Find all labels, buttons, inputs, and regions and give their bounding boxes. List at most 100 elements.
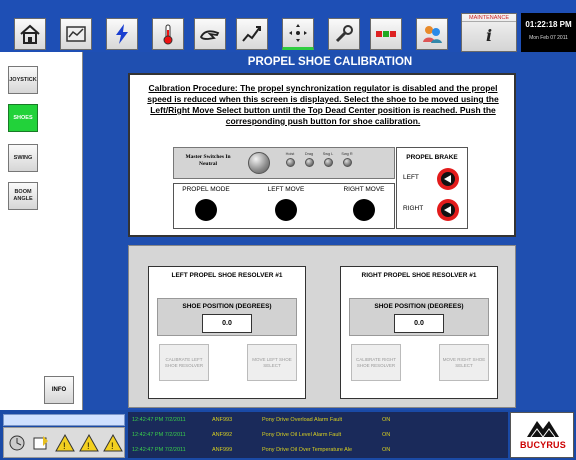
move-right-select-button[interactable]: MOVE RIGHT SHOE SELECT [439, 344, 489, 381]
signal-lights-icon[interactable] [370, 18, 402, 50]
clock-icon[interactable] [7, 433, 27, 453]
swing-right-lamp: Swg R [339, 152, 355, 167]
info-button[interactable]: INFO [44, 376, 74, 404]
sidebar-item-shoes[interactable]: SHOES [8, 104, 38, 132]
mode-panel: PROPEL MODE LEFT MOVE RIGHT MOVE [173, 183, 395, 229]
swing-right-lamp-label: Swg R [341, 152, 353, 156]
alarm-list: 12:42:47 PM 7/2/2011 ANF993 Pony Drive O… [128, 412, 508, 458]
clock-time: 01:22:18 PM [525, 20, 572, 29]
alarm-time: 12:42:47 PM 7/2/2011 [132, 417, 186, 423]
left-sidebar: JOYSTICK SHOES SWING BOOM ANGLE INFO [0, 52, 83, 410]
left-position-box: SHOE POSITION (DEGREES) 0.0 [157, 298, 297, 336]
clock-date: Mon Feb 07 2011 [529, 35, 568, 41]
master-switches-label: Master Switches In Neutral [185, 154, 231, 167]
alarm-toolbar: ! ! ! [3, 427, 125, 458]
warning-clear-icon[interactable]: ! [79, 433, 99, 453]
page-title: PROPEL SHOE CALIBRATION [247, 56, 413, 68]
calibrate-left-button[interactable]: CALIBRATE LEFT SHOE RESOLVER [159, 344, 209, 381]
alarm-state: ON [382, 447, 391, 453]
calibrate-right-button[interactable]: CALIBRATE RIGHT SHOE RESOLVER [351, 344, 401, 381]
maintenance-label: MAINTENANCE [462, 14, 516, 22]
brake-right-button[interactable] [435, 198, 461, 222]
hand-icon[interactable] [194, 18, 226, 50]
alarm-row[interactable]: 12:42:47 PM 7/2/2011 ANF999 Pony Drive O… [128, 443, 508, 458]
top-toolbar: MAINTENANCE i 01:22:18 PM Mon Feb 07 201… [0, 0, 576, 52]
alarm-row[interactable]: 12:42:47 PM 7/2/2011 ANF993 Pony Drive O… [128, 413, 508, 428]
alarm-code: ANF993 [212, 417, 233, 423]
propel-mode-lamp [195, 199, 217, 221]
propel-mode-label: PROPEL MODE [182, 186, 230, 193]
alarm-text: Pony Drive Oil Level Alarm Fault [262, 432, 342, 438]
left-resolver-box: LEFT PROPEL SHOE RESOLVER #1 SHOE POSITI… [148, 266, 306, 399]
resolver-panel: LEFT PROPEL SHOE RESOLVER #1 SHOE POSITI… [128, 245, 516, 408]
drag-lamp: Drag [301, 152, 317, 167]
brake-left-label: LEFT [403, 174, 419, 181]
sidebar-item-swing[interactable]: SWING [8, 144, 38, 172]
alarm-row[interactable]: 12:42:47 PM 7/2/2011 ANF992 Pony Drive O… [128, 428, 508, 443]
chart-panel-icon[interactable] [60, 18, 92, 50]
alarm-list-icon[interactable] [31, 433, 51, 453]
right-position-label: SHOE POSITION (DEGREES) [374, 303, 464, 310]
logo-text: BUCYRUS [520, 440, 566, 450]
move-arrows-icon[interactable] [282, 18, 314, 50]
master-switches-panel: Master Switches In Neutral Hoist Drag Sw… [173, 147, 395, 179]
move-left-select-button[interactable]: MOVE LEFT SHOE SELECT [247, 344, 297, 381]
info-icon: i [485, 26, 493, 45]
hoist-lamp-label: Hoist [285, 152, 295, 156]
screen-root: MAINTENANCE i 01:22:18 PM Mon Feb 07 201… [0, 0, 576, 460]
right-resolver-title: RIGHT PROPEL SHOE RESOLVER #1 [361, 272, 477, 279]
alarm-state: ON [382, 432, 391, 438]
warning-acknowledge-icon[interactable]: ! [55, 433, 75, 453]
sidebar-item-boom-angle[interactable]: BOOM ANGLE [8, 182, 38, 210]
procedure-text: Calbration Procedure: The propel synchro… [147, 83, 499, 126]
drag-lamp-dot [304, 158, 314, 167]
home-icon[interactable] [14, 18, 46, 50]
trend-icon[interactable] [236, 18, 268, 50]
sidebar-item-joystick[interactable]: JOYSTICK [8, 66, 38, 94]
svg-text:!: ! [63, 441, 66, 451]
calibration-panel: Calbration Procedure: The propel synchro… [128, 73, 516, 237]
left-move-label: LEFT MOVE [267, 186, 305, 193]
alarm-code: ANF999 [212, 447, 233, 453]
thermometer-icon[interactable] [152, 18, 184, 50]
alarm-bar: ! ! ! 12:42:47 PM 7/2/2011 ANF993 Pony D… [0, 410, 576, 460]
maintenance-button[interactable]: MAINTENANCE i [461, 13, 517, 52]
left-move-lamp [275, 199, 297, 221]
propel-brake-title: PROPEL BRAKE [406, 154, 458, 161]
right-move-indicator: RIGHT MOVE [334, 186, 394, 221]
bucyrus-logo: BUCYRUS [510, 412, 574, 458]
lightning-icon[interactable] [106, 18, 138, 50]
brake-left-button[interactable] [435, 167, 461, 191]
svg-text:!: ! [87, 441, 90, 451]
left-position-label: SHOE POSITION (DEGREES) [182, 303, 272, 310]
alarm-time: 12:42:47 PM 7/2/2011 [132, 447, 186, 453]
propel-mode-indicator: PROPEL MODE [176, 186, 236, 221]
right-move-label: RIGHT MOVE [343, 186, 385, 193]
svg-text:!: ! [111, 441, 114, 451]
propel-brake-panel: PROPEL BRAKE LEFT RIGHT [396, 147, 468, 229]
brake-right-label: RIGHT [403, 205, 424, 212]
logo-mark-icon [527, 421, 559, 438]
left-position-value: 0.0 [202, 314, 252, 333]
alarm-text: Pony Drive Oil Over Temperature Ale [262, 447, 353, 453]
drag-lamp-label: Drag [304, 152, 314, 156]
wrench-icon[interactable] [328, 18, 360, 50]
right-resolver-box: RIGHT PROPEL SHOE RESOLVER #1 SHOE POSIT… [340, 266, 498, 399]
right-position-box: SHOE POSITION (DEGREES) 0.0 [349, 298, 489, 336]
people-icon[interactable] [416, 18, 448, 50]
alarm-time: 12:42:47 PM 7/2/2011 [132, 432, 186, 438]
alarm-text: Pony Drive Overload Alarm Fault [262, 417, 343, 423]
hoist-lamp: Hoist [282, 152, 298, 167]
left-resolver-title: LEFT PROPEL SHOE RESOLVER #1 [171, 272, 283, 279]
right-position-value: 0.0 [394, 314, 444, 333]
alarm-state: ON [382, 417, 391, 423]
left-move-indicator: LEFT MOVE [256, 186, 316, 221]
alarm-code: ANF992 [212, 432, 233, 438]
swing-left-lamp-dot [323, 158, 333, 167]
right-move-lamp [353, 199, 375, 221]
alarm-filter-field[interactable] [3, 414, 125, 426]
swing-right-lamp-dot [342, 158, 352, 167]
warning-icon[interactable]: ! [103, 433, 123, 453]
swing-left-lamp-label: Swg L [322, 152, 334, 156]
clock-display: 01:22:18 PM Mon Feb 07 2011 [521, 13, 576, 52]
